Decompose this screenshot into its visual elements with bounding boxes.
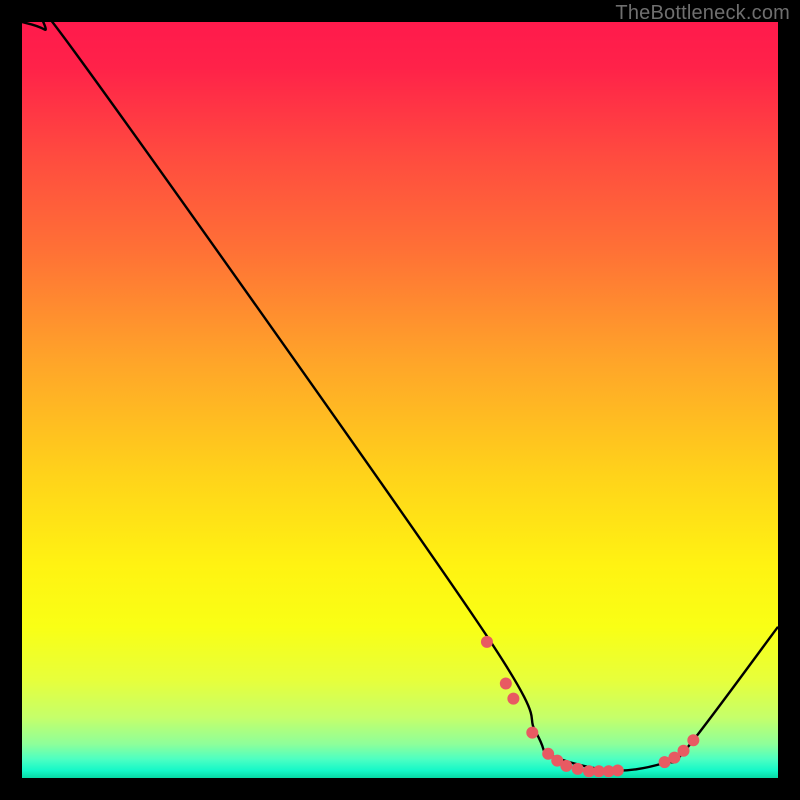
marker-point (687, 734, 699, 746)
bottleneck-curve (22, 22, 778, 771)
marker-point (560, 760, 572, 772)
sweet-spot-markers (481, 636, 699, 777)
marker-point (572, 763, 584, 775)
marker-point (526, 727, 538, 739)
marker-point (500, 678, 512, 690)
chart-container: TheBottleneck.com (0, 0, 800, 800)
plot-area (22, 22, 778, 778)
marker-point (507, 693, 519, 705)
marker-point (678, 745, 690, 757)
chart-svg (22, 22, 778, 778)
marker-point (481, 636, 493, 648)
marker-point (612, 764, 624, 776)
